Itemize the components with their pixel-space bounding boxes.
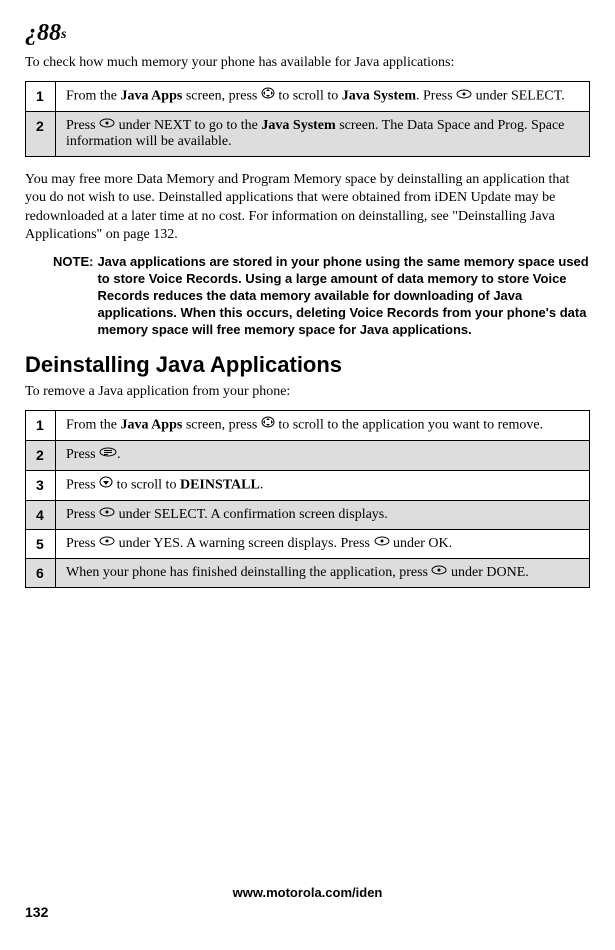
logo-main: ¿88 — [25, 20, 61, 46]
step-text-part: From the — [66, 89, 120, 104]
softkey-icon — [99, 506, 115, 522]
step-text-part: . — [117, 448, 121, 463]
table-row: 4 Press under SELECT. A confirmation scr… — [26, 500, 590, 529]
step-text-bold: Java System — [342, 89, 416, 104]
softkey-icon — [99, 535, 115, 551]
logo-sub: s — [61, 27, 66, 42]
nav-scroll-icon — [261, 416, 275, 433]
step-number: 2 — [26, 441, 56, 470]
step-text: Press under NEXT to go to the Java Syste… — [56, 112, 590, 157]
step-text: From the Java Apps screen, press to scro… — [56, 82, 590, 112]
step-number: 1 — [26, 82, 56, 112]
step-text-part: under OK. — [390, 536, 453, 551]
step-text-part: under YES. A warning screen displays. Pr… — [115, 536, 373, 551]
step-number: 4 — [26, 500, 56, 529]
step-text-bold: DEINSTALL — [180, 477, 260, 492]
step-text-part: to scroll to — [113, 477, 180, 492]
step-text-part: . Press — [416, 89, 456, 104]
step-number: 1 — [26, 411, 56, 441]
section1-intro: To check how much memory your phone has … — [25, 55, 590, 71]
step-text-part: Press — [66, 536, 99, 551]
table-row: 2 Press under NEXT to go to the Java Sys… — [26, 112, 590, 157]
table-row: 3 Press to scroll to DEINSTALL. — [26, 470, 590, 500]
step-text-part: When your phone has finished deinstallin… — [66, 565, 431, 580]
step-text: Press . — [56, 441, 590, 470]
step-number: 3 — [26, 470, 56, 500]
step-text-part: Press — [66, 477, 99, 492]
section2-heading: Deinstalling Java Applications — [25, 352, 590, 378]
step-text: When your phone has finished deinstallin… — [56, 559, 590, 588]
step-text-part: . — [260, 477, 264, 492]
softkey-icon — [456, 88, 472, 104]
note-block: NOTE: Java applications are stored in yo… — [53, 254, 590, 338]
step-text-bold: Java Apps — [120, 418, 182, 433]
table-row: 1 From the Java Apps screen, press to sc… — [26, 82, 590, 112]
step-text: From the Java Apps screen, press to scro… — [56, 411, 590, 441]
step-text-part: Press — [66, 448, 99, 463]
section2-steps-table: 1 From the Java Apps screen, press to sc… — [25, 410, 590, 588]
step-text-part: From the — [66, 418, 120, 433]
table-row: 1 From the Java Apps screen, press to sc… — [26, 411, 590, 441]
section1-paragraph: You may free more Data Memory and Progra… — [25, 171, 590, 244]
note-label: NOTE: — [53, 254, 97, 338]
step-text-part: Press — [66, 118, 99, 133]
step-text-part: screen, press — [182, 89, 261, 104]
step-text-bold: Java Apps — [120, 89, 182, 104]
product-logo: ¿88s — [25, 20, 590, 47]
step-text-part: to scroll to the application you want to… — [275, 418, 543, 433]
nav-scroll-icon — [261, 87, 275, 104]
softkey-icon — [431, 564, 447, 580]
step-text-part: to scroll to — [275, 89, 342, 104]
step-text-part: under SELECT. A confirmation screen disp… — [115, 507, 388, 522]
step-number: 6 — [26, 559, 56, 588]
step-text: Press to scroll to DEINSTALL. — [56, 470, 590, 500]
step-text: Press under SELECT. A confirmation scree… — [56, 500, 590, 529]
menu-icon — [99, 446, 117, 462]
note-text: Java applications are stored in your pho… — [97, 254, 590, 338]
table-row: 5 Press under YES. A warning screen disp… — [26, 529, 590, 558]
page-footer: www.motorola.com/iden 132 — [25, 885, 590, 920]
step-number: 5 — [26, 529, 56, 558]
table-row: 6 When your phone has finished deinstall… — [26, 559, 590, 588]
step-text-bold: Java System — [261, 118, 335, 133]
section2-intro: To remove a Java application from your p… — [25, 384, 590, 400]
step-text-part: under NEXT to go to the — [115, 118, 261, 133]
softkey-icon — [374, 535, 390, 551]
nav-down-icon — [99, 476, 113, 493]
softkey-icon — [99, 117, 115, 133]
page-number: 132 — [25, 904, 590, 920]
step-text-part: screen, press — [182, 418, 261, 433]
section1-steps-table: 1 From the Java Apps screen, press to sc… — [25, 81, 590, 157]
step-text-part: under DONE. — [447, 565, 528, 580]
step-text-part: Press — [66, 507, 99, 522]
table-row: 2 Press . — [26, 441, 590, 470]
step-text-part: under SELECT. — [472, 89, 565, 104]
step-text: Press under YES. A warning screen displa… — [56, 529, 590, 558]
step-number: 2 — [26, 112, 56, 157]
footer-url: www.motorola.com/iden — [25, 885, 590, 900]
